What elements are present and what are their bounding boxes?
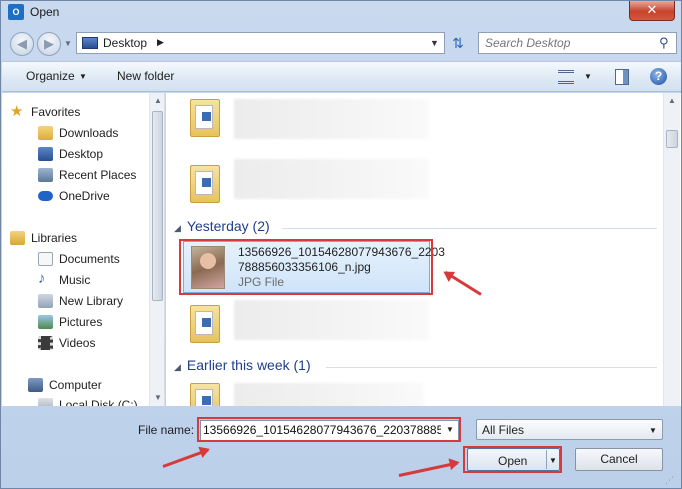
cancel-button[interactable]: Cancel [575,448,663,471]
refresh-button[interactable]: ⇅ [447,32,469,54]
breadcrumb-desktop[interactable]: Desktop [103,36,147,50]
search-icon[interactable]: ⚲ [659,35,669,51]
downloads-folder-icon [38,126,53,140]
search-box[interactable]: ⚲ [478,32,677,54]
libraries-icon [10,231,25,245]
change-view-icon[interactable] [558,70,574,84]
views-chevron-down-icon[interactable]: ▼ [584,72,592,81]
cloud-icon [38,191,53,201]
group-header-earlier-this-week[interactable]: ◢ Earlier this week (1) [174,357,311,373]
group-divider [282,228,657,229]
breadcrumb-chevron-icon[interactable]: ▶ [157,37,164,48]
document-folder-icon[interactable] [190,99,220,137]
file-list-scrollbar[interactable]: ▲ [663,93,680,406]
scrollbar-thumb[interactable] [152,111,163,301]
new-folder-button[interactable]: New folder [117,69,174,83]
desktop-icon [82,37,98,49]
annotation-arrow [398,461,459,477]
close-button[interactable]: ✕ [629,1,675,21]
document-folder-icon[interactable] [190,165,220,203]
film-strip-icon [38,336,53,350]
open-dialog: O Open ✕ ◀ ▶ ▼ Desktop ▶ ▼ ⇅ ⚲ Organize … [0,0,682,489]
star-icon: ★ [10,103,24,120]
address-bar[interactable]: Desktop ▶ ▼ [76,32,445,54]
file-type-select[interactable]: All Files ▼ [476,419,663,440]
search-input[interactable] [485,36,655,50]
document-folder-icon[interactable] [190,305,220,343]
blurred-file-name[interactable] [234,383,424,406]
music-note-icon: ♪ [38,270,46,287]
collapse-triangle-icon[interactable]: ◢ [174,223,181,233]
file-name-label: File name: [138,423,195,437]
blurred-file-name[interactable] [234,159,429,199]
blurred-file-name[interactable] [234,300,429,340]
title-bar: O Open ✕ [1,1,681,25]
annotation-box-selected-file [179,239,433,295]
refresh-icon: ⇅ [452,35,464,51]
library-icon [38,294,53,308]
desktop-icon [38,147,53,161]
computer-icon [28,378,43,392]
group-header-yesterday[interactable]: ◢ Yesterday (2) [174,218,270,234]
help-icon[interactable]: ? [650,68,667,85]
command-toolbar: Organize ▼ New folder ▼ ? [2,61,681,92]
documents-icon [38,252,53,266]
navigation-pane: ★ Favorites Downloads Desktop Recent Pla… [2,93,165,406]
scrollbar-thumb[interactable] [666,130,678,148]
organize-button[interactable]: Organize [26,69,75,83]
organize-chevron-down-icon[interactable]: ▼ [79,72,87,81]
back-arrow-icon: ◀ [17,36,27,51]
scroll-down-icon[interactable]: ▼ [154,393,162,402]
annotation-arrow [162,448,209,468]
pictures-icon [38,315,53,329]
scroll-up-icon[interactable]: ▲ [668,96,676,105]
forward-button[interactable]: ▶ [37,32,61,56]
navigation-scrollbar[interactable]: ▲ ▼ [149,93,164,406]
annotation-box-file-name [197,417,461,442]
window-title: Open [30,5,60,19]
chevron-down-icon[interactable]: ▼ [649,426,657,435]
preview-pane-icon[interactable] [615,69,629,85]
forward-arrow-icon: ▶ [44,36,54,51]
scroll-up-icon[interactable]: ▲ [154,96,162,105]
back-button[interactable]: ◀ [10,32,34,56]
recent-locations-dropdown[interactable]: ▼ [64,39,72,48]
drive-icon [38,398,53,406]
group-divider [326,367,657,368]
document-folder-icon[interactable] [190,383,220,406]
address-dropdown-icon[interactable]: ▼ [430,38,439,48]
annotation-box-open-button [463,446,562,473]
recent-places-icon [38,168,53,182]
blurred-file-name[interactable] [234,99,429,139]
file-type-value: All Files [482,423,525,437]
outlook-app-icon: O [8,4,24,20]
resize-grip-icon[interactable]: ⋰ [665,475,674,486]
collapse-triangle-icon[interactable]: ◢ [174,362,181,372]
